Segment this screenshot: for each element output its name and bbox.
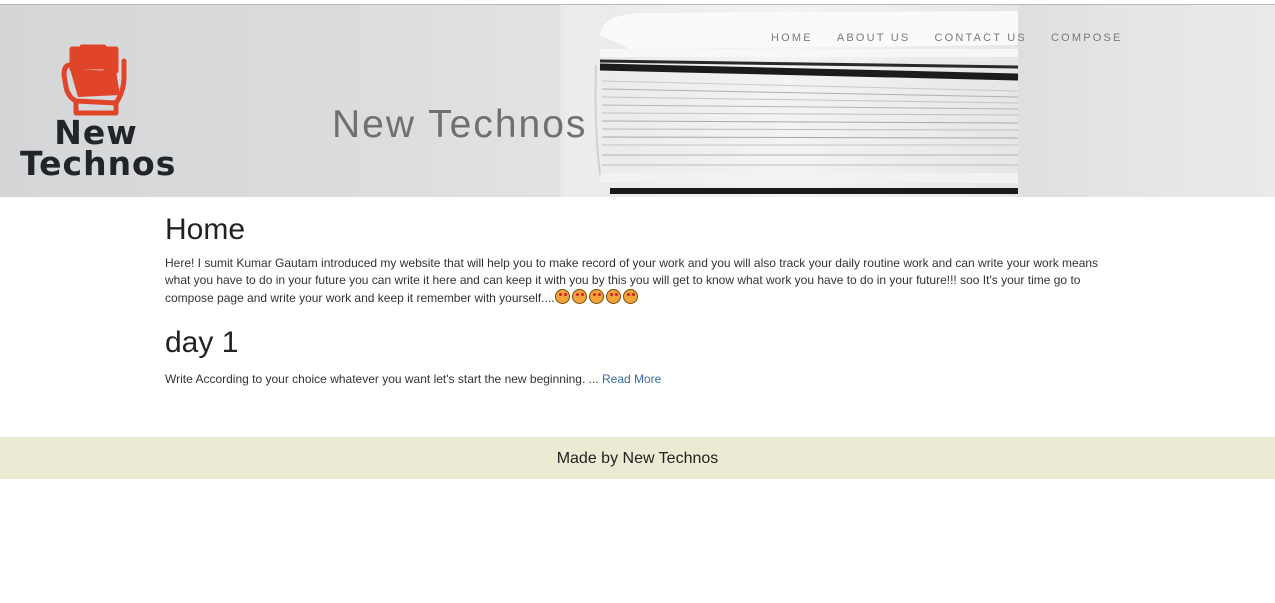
- nav-compose[interactable]: COMPOSE: [1051, 32, 1123, 44]
- nav-about-us[interactable]: ABOUT US: [837, 32, 911, 44]
- logo-text-line2: Technos: [20, 144, 177, 183]
- main-nav: HOME ABOUT US CONTACT US COMPOSE: [771, 32, 1147, 44]
- heart-eyes-icon: [571, 289, 587, 304]
- site-footer: Made by New Technos: [0, 437, 1275, 479]
- read-more-link[interactable]: Read More: [602, 372, 661, 386]
- intro-paragraph: Here! I sumit Kumar Gautam introduced my…: [165, 255, 1115, 307]
- heart-eyes-emoji-group: [554, 289, 640, 305]
- raised-fist-icon: [61, 44, 127, 116]
- nav-home[interactable]: HOME: [771, 32, 813, 44]
- heart-eyes-icon: [622, 289, 638, 304]
- footer-text: Made by New Technos: [556, 450, 719, 467]
- post-title: day 1: [165, 326, 239, 359]
- heart-eyes-icon: [605, 289, 621, 304]
- heart-eyes-icon: [588, 289, 604, 304]
- post-excerpt: Write According to your choice whatever …: [165, 371, 1115, 388]
- page-title: Home: [165, 213, 246, 246]
- post-excerpt-text: Write According to your choice whatever …: [165, 372, 599, 386]
- main-content: Home Here! I sumit Kumar Gautam introduc…: [165, 210, 1115, 388]
- site-header: New Technos New Technos HOME ABOUT US CO…: [0, 5, 1275, 197]
- nav-contact-us[interactable]: CONTACT US: [934, 32, 1027, 44]
- heart-eyes-icon: [554, 289, 570, 304]
- site-logo[interactable]: New Technos: [20, 41, 177, 186]
- logo-text: New Technos: [20, 116, 177, 183]
- post-item: day 1 Write According to your choice wha…: [165, 325, 1115, 388]
- site-title: New Technos: [332, 103, 588, 146]
